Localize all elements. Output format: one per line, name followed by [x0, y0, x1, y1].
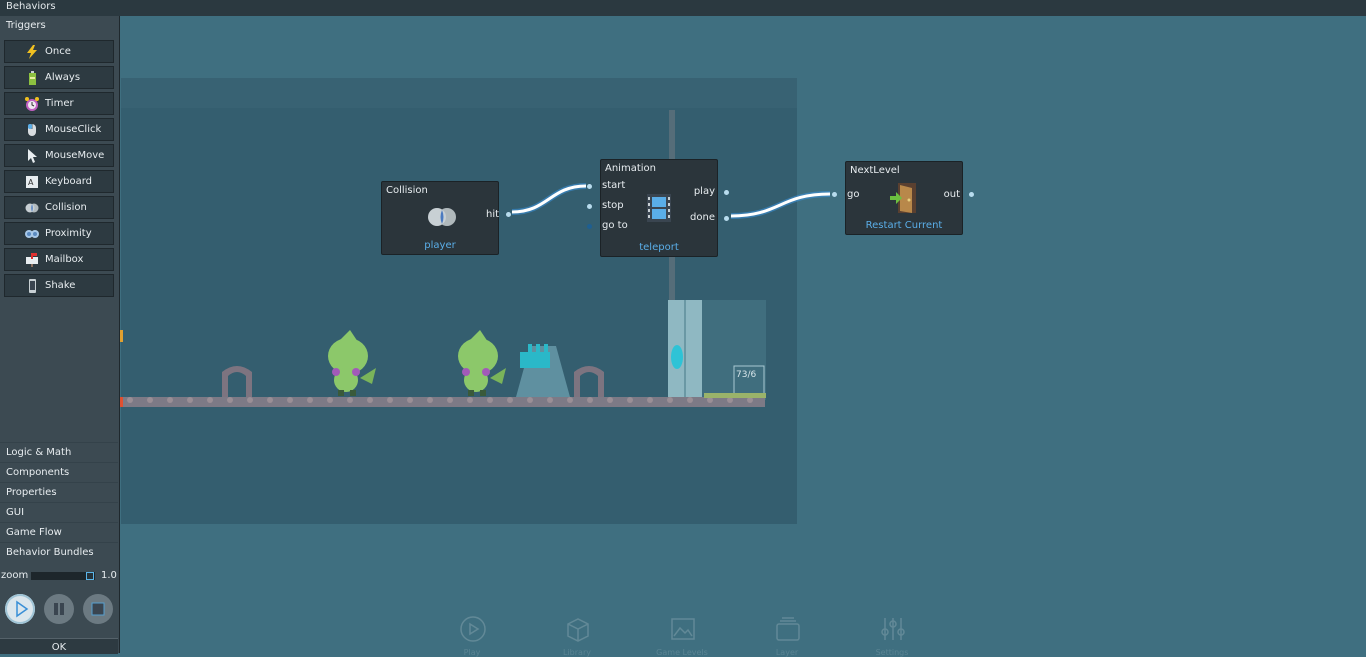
trigger-timer[interactable]: Timer [4, 92, 114, 115]
door-icon [890, 183, 916, 213]
trigger-proximity[interactable]: Proximity [4, 222, 114, 245]
zoom-value: 1.0 [101, 570, 117, 581]
bottom-toolbar: Play Library Game Levels Layer Settings [0, 612, 1366, 657]
category-properties[interactable]: Properties [0, 482, 118, 502]
nextlevel-node[interactable]: NextLevel go out Restart Current [832, 161, 974, 235]
category-label: Properties [6, 487, 57, 498]
category-components[interactable]: Components [0, 462, 118, 482]
bottom-library[interactable]: Library [563, 616, 591, 657]
port-done[interactable] [724, 216, 729, 221]
trigger-label: Shake [45, 280, 76, 291]
trigger-label: Collision [45, 202, 87, 213]
image-icon [671, 618, 695, 640]
player-character [328, 330, 376, 396]
trigger-label: Timer [45, 98, 74, 109]
behaviors-sidebar: Triggers Once Always Timer MouseClick Mo… [0, 16, 120, 653]
trigger-mouseclick[interactable]: MouseClick [4, 118, 114, 141]
category-behavior-bundles[interactable]: Behavior Bundles [0, 542, 118, 562]
category-label: GUI [6, 507, 25, 518]
alarm-clock-icon [25, 97, 39, 111]
trigger-label: Always [45, 72, 81, 83]
mouse-icon [28, 124, 36, 136]
port-out-label: out [943, 189, 960, 200]
port-done-label: done [690, 212, 715, 223]
bottom-play[interactable]: Play [460, 616, 486, 657]
collision-icon [428, 208, 456, 226]
trigger-label: Once [45, 46, 71, 57]
bottom-layer[interactable]: Layer [775, 616, 801, 657]
node-target-link[interactable]: player [382, 240, 498, 251]
collision-icon [25, 203, 39, 213]
port-go-label: go [847, 189, 860, 200]
stone-arch [574, 366, 604, 397]
bottom-game-levels[interactable]: Game Levels [656, 616, 708, 657]
lightning-icon [27, 45, 37, 59]
node-title: Animation [605, 163, 656, 174]
trigger-once[interactable]: Once [4, 40, 114, 63]
portal-orb [671, 345, 683, 369]
port-play-label: play [693, 186, 715, 197]
sliders-icon [881, 618, 905, 640]
collision-node[interactable]: Collision hit player [381, 181, 511, 255]
phone-shake-icon [29, 279, 36, 293]
port-start[interactable] [587, 184, 592, 189]
mailbox-icon [26, 253, 38, 267]
stone-arch [222, 366, 252, 397]
trigger-label: Mailbox [45, 254, 84, 265]
category-game-flow[interactable]: Game Flow [0, 522, 118, 542]
category-label: Behavior Bundles [6, 547, 94, 558]
sign-text: 73/6 [736, 370, 756, 380]
crystal-machine [516, 344, 570, 397]
port-start-label: start [602, 180, 626, 191]
svg-text:A: A [28, 178, 34, 187]
player-character [458, 330, 506, 396]
zoom-label: zoom [1, 570, 29, 581]
node-target-link[interactable]: Restart Current [846, 220, 962, 231]
layers-icon [776, 617, 800, 641]
port-hit-label: hit [486, 209, 500, 220]
port-go[interactable] [832, 192, 837, 197]
bottom-settings[interactable]: Settings [876, 616, 908, 657]
scene: 73/6 [119, 110, 831, 407]
cursor-icon [28, 149, 37, 163]
category-logic-math[interactable]: Logic & Math [0, 442, 118, 462]
port-goto[interactable] [587, 224, 592, 229]
category-label: Game Flow [6, 527, 62, 538]
port-goto-label: go to [602, 220, 628, 231]
zoom-slider-handle[interactable] [86, 572, 94, 580]
node-title: NextLevel [850, 165, 900, 176]
port-play[interactable] [724, 190, 729, 195]
category-gui[interactable]: GUI [0, 502, 118, 522]
trigger-label: MouseMove [45, 150, 105, 161]
port-hit[interactable] [506, 212, 511, 217]
triggers-heading: Triggers [6, 20, 46, 31]
proximity-icon [25, 230, 39, 238]
battery-icon [29, 71, 36, 85]
category-label: Components [6, 467, 70, 478]
trigger-mailbox[interactable]: Mailbox [4, 248, 114, 271]
trigger-label: Proximity [45, 228, 92, 239]
trigger-label: Keyboard [45, 176, 93, 187]
play-circle-icon [460, 616, 486, 642]
trigger-label: MouseClick [45, 124, 102, 135]
animation-node[interactable]: Animation start stop go to play done tel… [587, 159, 729, 257]
port-stop-label: stop [602, 200, 624, 211]
box-icon [567, 618, 589, 642]
film-icon [647, 194, 671, 222]
port-out[interactable] [969, 192, 974, 197]
category-label: Logic & Math [6, 447, 72, 458]
trigger-always[interactable]: Always [4, 66, 114, 89]
trigger-collision[interactable]: Collision [4, 196, 114, 219]
trigger-keyboard[interactable]: A Keyboard [4, 170, 114, 193]
keyboard-key-icon: A [26, 176, 38, 188]
trigger-shake[interactable]: Shake [4, 274, 114, 297]
port-stop[interactable] [587, 204, 592, 209]
node-target-link[interactable]: teleport [601, 242, 717, 253]
trigger-mousemove[interactable]: MouseMove [4, 144, 114, 167]
node-title: Collision [386, 185, 428, 196]
